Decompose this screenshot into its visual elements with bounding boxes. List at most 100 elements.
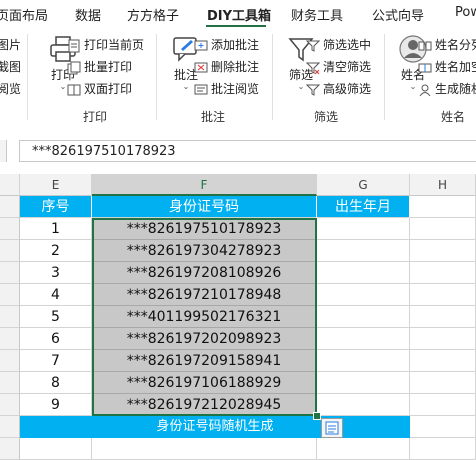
empty-cell[interactable] — [410, 306, 476, 328]
seq-cell[interactable]: 1 — [20, 218, 92, 240]
formula-input[interactable]: ***826197510178923 — [19, 140, 476, 162]
seq-cell[interactable]: 6 — [20, 328, 92, 350]
birth-date-cell[interactable] — [317, 262, 410, 284]
tab-diy-toolbox[interactable]: DIY工具箱 — [207, 5, 271, 24]
id-number-cell[interactable]: ***826197304278923 — [92, 240, 317, 262]
empty-cell[interactable] — [410, 240, 476, 262]
empty-cell[interactable] — [410, 196, 476, 218]
name-add-space-icon — [418, 63, 432, 72]
quick-analysis-button[interactable] — [321, 418, 343, 438]
birth-date-cell[interactable] — [317, 284, 410, 306]
birth-date-cell[interactable] — [317, 306, 410, 328]
tab-formula-wizard[interactable]: 公式向导 — [372, 5, 424, 24]
column-header-e[interactable]: E — [20, 174, 92, 196]
empty-cell[interactable] — [410, 394, 476, 416]
empty-cell[interactable] — [410, 262, 476, 284]
tab-page-layout[interactable]: 页面布局 — [0, 5, 48, 24]
id-number-cell[interactable]: ***826197208108926 — [92, 262, 317, 284]
id-number-cell[interactable]: ***826197212028945 — [92, 394, 317, 416]
name-split-label: 姓名分列 — [435, 38, 476, 52]
batch-print-item[interactable]: 批量打印 — [67, 58, 132, 76]
row-header[interactable] — [0, 372, 20, 394]
random-generate-item[interactable]: 生成随机 — [418, 80, 476, 98]
empty-cell[interactable] — [410, 218, 476, 240]
birth-date-cell[interactable] — [317, 328, 410, 350]
tab-data[interactable]: 数据 — [75, 5, 101, 24]
name-add-space-label: 姓名加空 — [435, 60, 476, 74]
row-header[interactable] — [0, 196, 20, 218]
ribbon-screenshot-item[interactable]: 截图 — [0, 58, 21, 76]
seq-cell[interactable]: 7 — [20, 350, 92, 372]
id-number-cell[interactable]: ***826197202098923 — [92, 328, 317, 350]
header-cell-seq[interactable]: 序号 — [20, 196, 92, 218]
seq-cell[interactable]: 2 — [20, 240, 92, 262]
empty-cell[interactable] — [410, 328, 476, 350]
duplex-print-label: 双面打印 — [84, 82, 133, 96]
advanced-filter-item[interactable]: 高级筛选 — [306, 80, 371, 98]
empty-cell[interactable] — [410, 416, 476, 438]
id-number-cell[interactable]: ***826197106188929 — [92, 372, 317, 394]
duplex-print-item[interactable]: 双面打印 — [67, 80, 132, 98]
print-group-label: 打印 — [83, 110, 108, 124]
row-header[interactable] — [0, 262, 20, 284]
seq-cell[interactable]: 3 — [20, 262, 92, 284]
add-comment-item[interactable]: 添加批注 — [194, 36, 259, 54]
birth-date-cell[interactable] — [317, 394, 410, 416]
ribbon-read-item[interactable]: 阅览 — [0, 80, 21, 98]
seq-cell[interactable]: 4 — [20, 284, 92, 306]
row-header[interactable] — [0, 240, 20, 262]
tab-finance-tools[interactable]: 财务工具 — [291, 5, 343, 24]
print-current-page-item[interactable]: 打印当前页 — [67, 36, 144, 54]
name-split-item[interactable]: 姓名分列 — [418, 36, 476, 54]
view-comment-item[interactable]: 批注阅览 — [194, 80, 259, 98]
name-box[interactable] — [0, 140, 7, 162]
row-header[interactable] — [0, 350, 20, 372]
row-header[interactable] — [0, 218, 20, 240]
filter-selected-item[interactable]: 筛选选中 — [306, 36, 371, 54]
select-all-corner[interactable] — [0, 174, 20, 196]
birth-date-cell[interactable] — [317, 240, 410, 262]
row-header[interactable] — [0, 416, 20, 438]
empty-cell[interactable] — [410, 438, 476, 460]
header-cell-id[interactable]: 身份证号码 — [92, 196, 317, 218]
advanced-filter-icon — [306, 84, 320, 96]
fill-handle[interactable] — [313, 412, 321, 420]
empty-cell[interactable] — [410, 284, 476, 306]
id-number-cell[interactable]: ***826197510178923 — [92, 218, 317, 240]
birth-date-cell[interactable] — [317, 218, 410, 240]
row-header[interactable] — [0, 394, 20, 416]
view-comment-label: 批注阅览 — [211, 82, 260, 96]
empty-cell[interactable] — [92, 438, 317, 460]
spreadsheet-grid[interactable]: E F G H 序号 身份证号码 出生年月 1 ***826197510178923 2 *… — [0, 174, 476, 460]
column-header-f[interactable]: F — [92, 174, 317, 196]
group-separator — [27, 34, 28, 120]
batch-print-icon — [67, 61, 81, 74]
id-number-cell[interactable]: ***401199502176321 — [92, 306, 317, 328]
header-cell-birth[interactable]: 出生年月 — [317, 196, 410, 218]
ribbon-picture-item[interactable]: 图片 — [0, 36, 21, 54]
seq-cell[interactable]: 8 — [20, 372, 92, 394]
empty-cell[interactable] — [410, 350, 476, 372]
row-header[interactable] — [0, 438, 20, 460]
empty-cell[interactable] — [317, 438, 410, 460]
delete-comment-item[interactable]: 删除批注 — [194, 58, 259, 76]
clear-filter-item[interactable]: 清空筛选 — [306, 58, 371, 76]
tab-power[interactable]: Pow — [455, 5, 476, 20]
empty-cell[interactable] — [20, 438, 92, 460]
birth-date-cell[interactable] — [317, 372, 410, 394]
column-header-h[interactable]: H — [410, 174, 476, 196]
row-header[interactable] — [0, 306, 20, 328]
column-header-g[interactable]: G — [317, 174, 410, 196]
name-add-space-item[interactable]: 姓名加空 — [418, 58, 476, 76]
birth-date-cell[interactable] — [317, 350, 410, 372]
empty-cell[interactable] — [410, 372, 476, 394]
id-number-cell[interactable]: ***826197210178948 — [92, 284, 317, 306]
row-header[interactable] — [0, 284, 20, 306]
name-group-label: 姓名 — [441, 110, 466, 124]
seq-cell[interactable]: 9 — [20, 394, 92, 416]
id-number-cell[interactable]: ***826197209158941 — [92, 350, 317, 372]
footer-merged-cell[interactable]: 身份证号码随机生成 — [20, 416, 410, 438]
row-header[interactable] — [0, 328, 20, 350]
tab-fangfang[interactable]: 方方格子 — [127, 5, 179, 24]
seq-cell[interactable]: 5 — [20, 306, 92, 328]
